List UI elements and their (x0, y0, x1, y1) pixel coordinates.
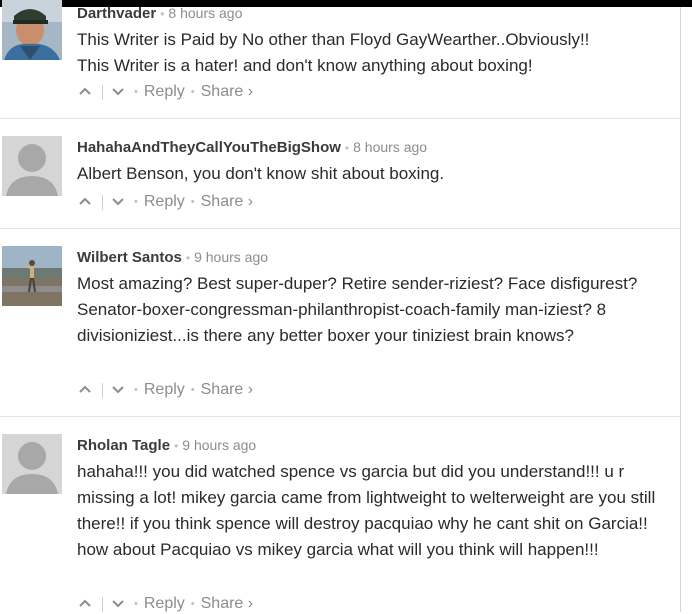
share-link[interactable]: Share › (201, 381, 253, 398)
comment-meta: Darthvader • 8 hours ago (77, 3, 242, 23)
share-link[interactable]: Share › (201, 83, 253, 100)
reply-link[interactable]: Reply (144, 193, 185, 210)
comment-item: Darthvader • 8 hours ago This Writer is Pa… (0, 0, 680, 118)
comment-item: Rholan Tagle • 9 hours ago hahaha!!! you d… (0, 434, 680, 612)
comment-text-line: This Writer is a hater! and don't know a… (77, 56, 533, 75)
comment-text-line: Most amazing? Best super-duper? Retire s… (77, 274, 638, 345)
username[interactable]: Darthvader (77, 5, 156, 22)
user-photo-icon (2, 0, 62, 60)
action-separator: • (134, 598, 138, 610)
user-silhouette-icon (2, 136, 62, 196)
downvote-button[interactable] (110, 594, 128, 614)
timestamp[interactable]: 8 hours ago (168, 5, 242, 21)
comment-text-line: hahaha!!! you did watched spence vs garc… (77, 462, 656, 559)
comment-meta: Wilbert Santos • 9 hours ago (77, 247, 268, 267)
downvote-button[interactable] (110, 82, 128, 102)
chevron-up-icon (79, 599, 91, 607)
reply-link[interactable]: Reply (144, 83, 185, 100)
meta-separator: • (160, 7, 165, 21)
chevron-up-icon (79, 385, 91, 393)
comment-item: HahahaAndTheyCallYouTheBigShow • 8 hours a… (0, 136, 680, 236)
action-separator: • (134, 196, 138, 208)
action-separator: • (190, 598, 195, 610)
username[interactable]: Rholan Tagle (77, 437, 170, 454)
comment-meta: Rholan Tagle • 9 hours ago (77, 435, 256, 455)
comment-actions: • Reply • Share › (77, 594, 253, 614)
vote-divider (102, 194, 103, 210)
avatar[interactable] (2, 246, 62, 306)
comment-actions: • Reply • Share › (77, 82, 253, 102)
user-photo-icon (2, 246, 62, 306)
scroll-edge (680, 7, 681, 612)
avatar[interactable] (2, 0, 62, 60)
downvote-button[interactable] (110, 192, 128, 212)
comment-text: Most amazing? Best super-duper? Retire s… (77, 271, 675, 349)
share-link[interactable]: Share › (201, 193, 253, 210)
avatar[interactable] (2, 136, 62, 196)
upvote-button[interactable] (77, 192, 95, 212)
avatar[interactable] (2, 434, 62, 494)
username[interactable]: Wilbert Santos (77, 249, 182, 266)
upvote-button[interactable] (77, 594, 95, 614)
reply-link[interactable]: Reply (144, 381, 185, 398)
timestamp[interactable]: 9 hours ago (182, 437, 256, 453)
timestamp[interactable]: 9 hours ago (194, 249, 268, 265)
comment-text: Albert Benson, you don't know shit about… (77, 161, 677, 187)
chevron-down-icon (112, 600, 124, 608)
upvote-button[interactable] (77, 82, 95, 102)
comment-text-line: Albert Benson, you don't know shit about… (77, 164, 445, 183)
comment-divider (0, 416, 680, 417)
chevron-down-icon (112, 386, 124, 394)
chevron-down-icon (112, 88, 124, 96)
share-link[interactable]: Share › (201, 595, 253, 612)
comment-divider (0, 228, 680, 229)
reply-link[interactable]: Reply (144, 595, 185, 612)
vote-divider (102, 382, 103, 398)
action-separator: • (190, 86, 195, 98)
meta-separator: • (185, 251, 191, 265)
comment-divider (0, 118, 680, 119)
comment-meta: HahahaAndTheyCallYouTheBigShow • 8 hours a… (77, 137, 427, 157)
chevron-down-icon (112, 198, 124, 206)
comment-text-line: This Writer is Paid by No other than Flo… (77, 30, 590, 49)
comment-item: Wilbert Santos • 9 hours ago Most amazing?… (0, 246, 680, 416)
meta-separator: • (174, 439, 179, 453)
upvote-button[interactable] (77, 380, 95, 400)
username[interactable]: HahahaAndTheyCallYouTheBigShow (77, 139, 341, 156)
chevron-up-icon (79, 197, 91, 205)
vote-divider (102, 596, 103, 612)
action-separator: • (190, 196, 195, 208)
vote-divider (102, 84, 103, 100)
user-silhouette-icon (2, 434, 62, 494)
action-separator: • (134, 86, 138, 98)
meta-separator: • (344, 141, 350, 155)
comment-text: This Writer is Paid by No other than Flo… (77, 27, 677, 79)
comment-actions: • Reply • Share › (77, 380, 253, 400)
comment-actions: • Reply • Share › (77, 192, 253, 212)
comment-text: hahaha!!! you did watched spence vs garc… (77, 459, 673, 563)
action-separator: • (190, 384, 195, 396)
action-separator: • (134, 384, 138, 396)
downvote-button[interactable] (110, 380, 128, 400)
chevron-up-icon (79, 87, 91, 95)
timestamp[interactable]: 8 hours ago (353, 139, 427, 155)
